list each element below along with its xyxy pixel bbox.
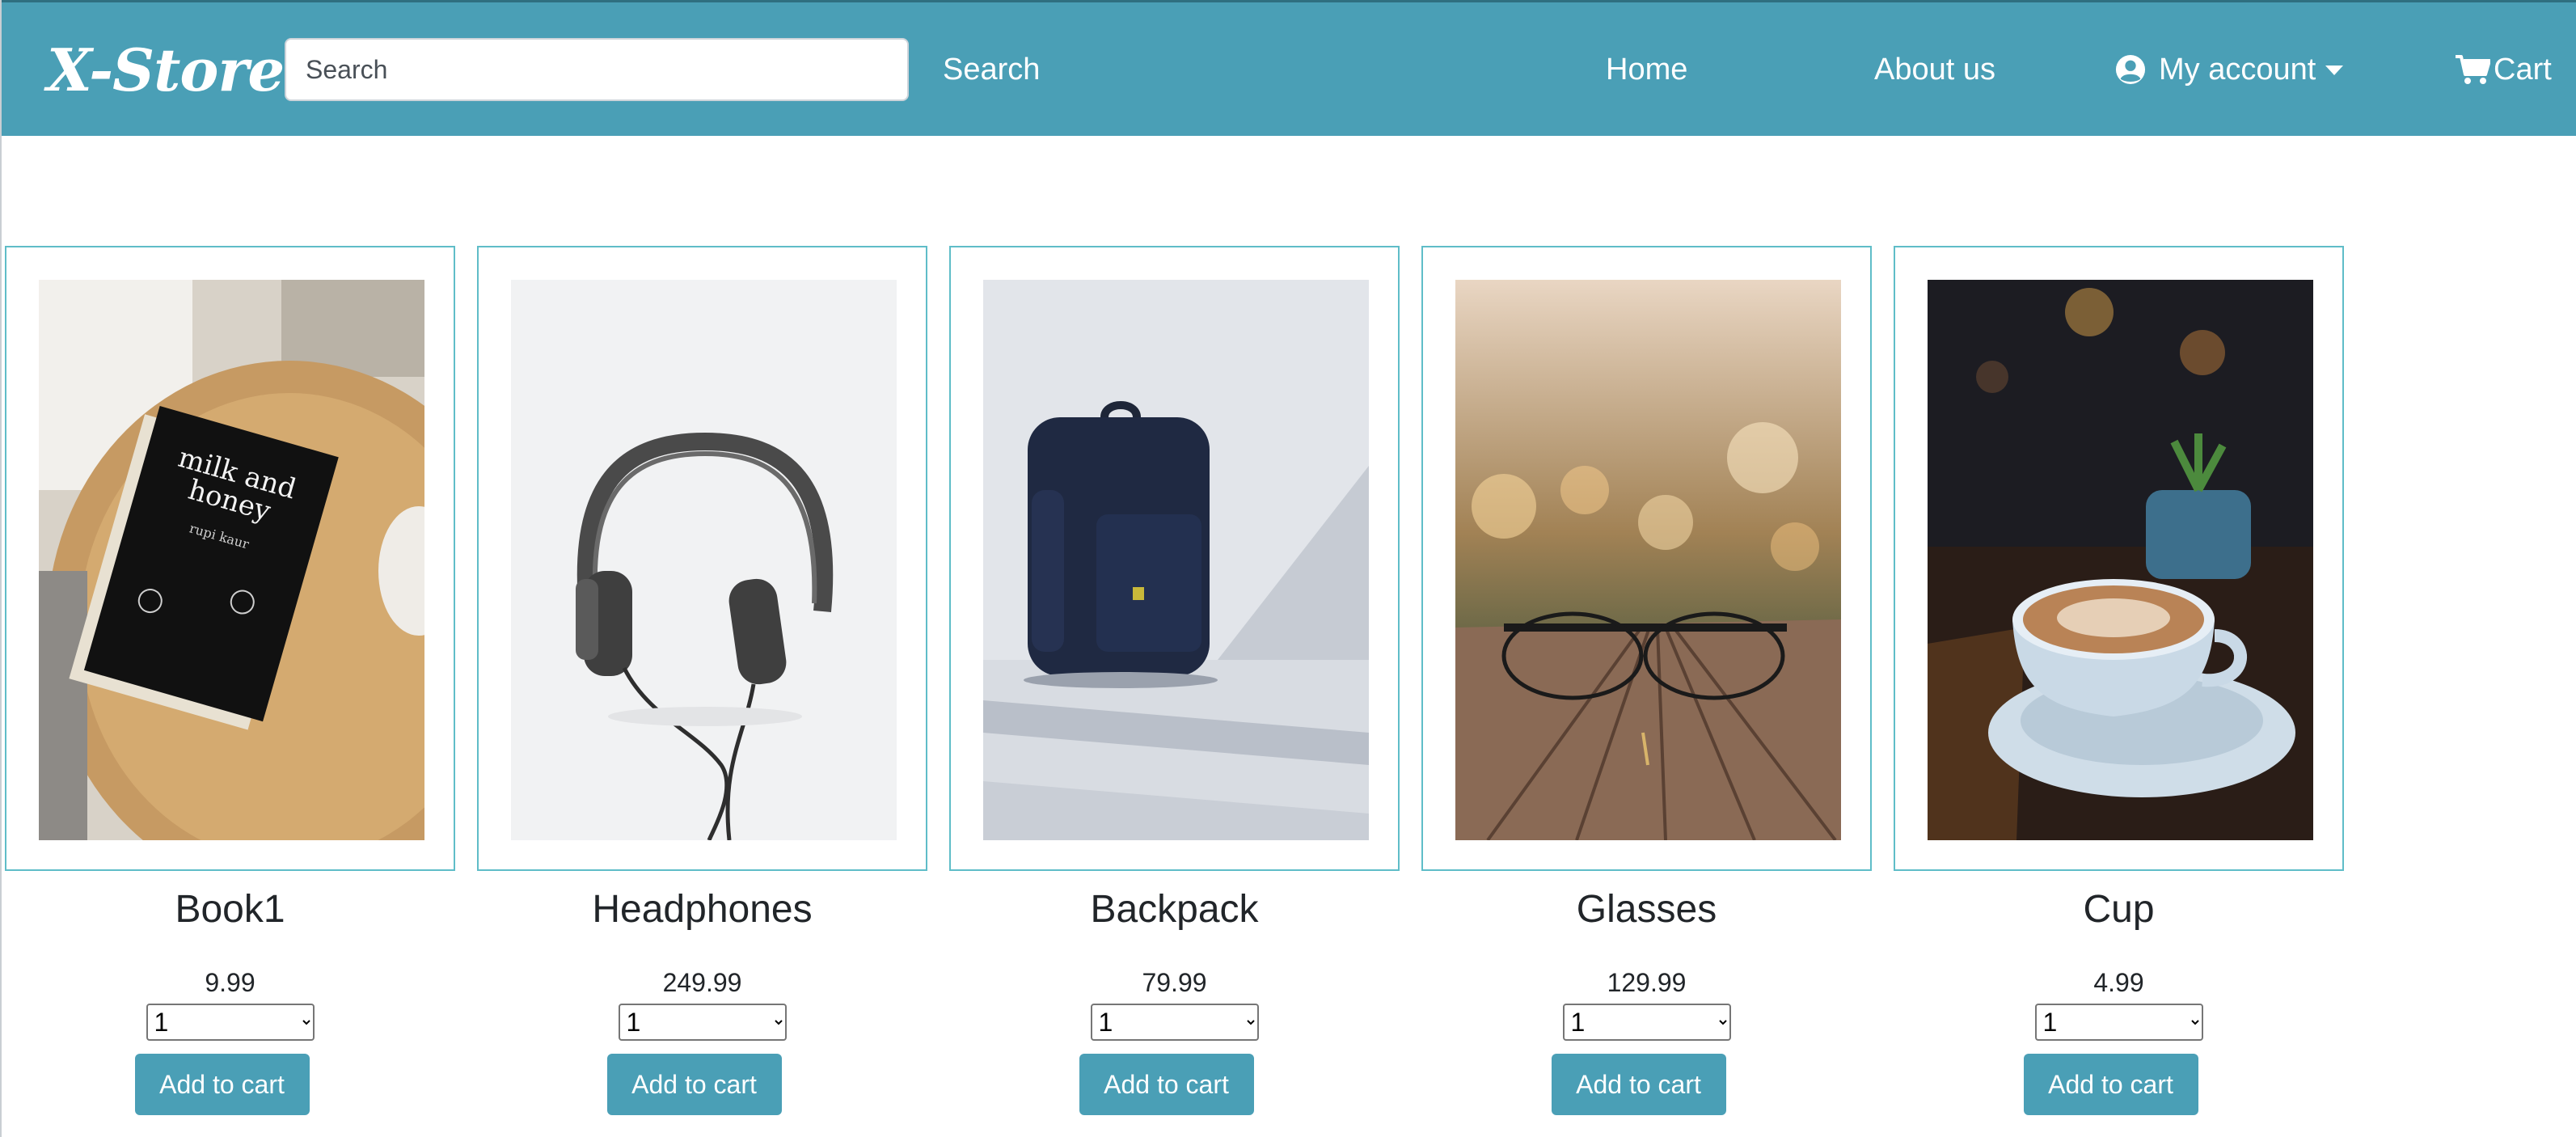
product-image-frame	[949, 246, 1400, 871]
product-card: Glasses 129.99 1 Add to cart	[1421, 246, 1872, 1115]
quantity-select[interactable]: 1	[2034, 1004, 2203, 1041]
product-price: 129.99	[1607, 968, 1687, 997]
add-to-cart-button[interactable]: Add to cart	[1551, 1054, 1726, 1115]
headphones-photo	[511, 280, 897, 840]
user-circle-icon	[2115, 54, 2146, 85]
product-name: Cup	[2083, 888, 2155, 931]
product-image-frame	[1421, 246, 1872, 871]
product-image[interactable]	[511, 280, 897, 840]
product-card: Backpack 79.99 1 Add to cart	[949, 246, 1400, 1115]
product-card: milk and honey rupi kaur Book1 9.99 1 Ad…	[5, 246, 455, 1115]
product-price: 79.99	[1142, 968, 1207, 997]
product-price: 9.99	[205, 968, 255, 997]
nav-home-link[interactable]: Home	[1606, 38, 1687, 101]
add-to-cart-button[interactable]: Add to cart	[134, 1054, 310, 1115]
product-name: Book1	[175, 888, 285, 931]
nav-account-label: My account	[2159, 53, 2316, 87]
product-image[interactable]: milk and honey rupi kaur	[39, 280, 424, 840]
product-name: Headphones	[592, 888, 813, 931]
search-button[interactable]: Search	[943, 38, 1040, 101]
quantity-select[interactable]: 1	[1090, 1004, 1259, 1041]
product-image[interactable]	[983, 280, 1369, 840]
nav-account-dropdown[interactable]: My account	[2115, 38, 2344, 101]
nav-about-link[interactable]: About us	[1874, 38, 1995, 101]
page: X-Store Search Home About us My account …	[0, 0, 2576, 1137]
caret-down-icon	[2325, 66, 2344, 75]
product-card: Headphones 249.99 1 Add to cart	[477, 246, 927, 1115]
quantity-select[interactable]: 1	[618, 1004, 787, 1041]
product-card: Cup 4.99 1 Add to cart	[1894, 246, 2344, 1115]
search-input[interactable]	[285, 38, 909, 101]
backpack-photo	[983, 280, 1369, 840]
product-price: 4.99	[2093, 968, 2144, 997]
product-image[interactable]	[1928, 280, 2313, 840]
quantity-select[interactable]: 1	[146, 1004, 315, 1041]
shopping-cart-icon	[2456, 55, 2490, 84]
quantity-select[interactable]: 1	[1562, 1004, 1731, 1041]
product-name: Glasses	[1576, 888, 1717, 931]
coffee-cup-photo	[1928, 280, 2313, 840]
product-price: 249.99	[662, 968, 742, 997]
navbar: X-Store Search Home About us My account …	[2, 0, 2576, 136]
glasses-photo	[1455, 280, 1841, 840]
product-image-frame: milk and honey rupi kaur	[5, 246, 455, 871]
product-name: Backpack	[1090, 888, 1259, 931]
add-to-cart-button[interactable]: Add to cart	[2023, 1054, 2198, 1115]
add-to-cart-button[interactable]: Add to cart	[1079, 1054, 1254, 1115]
nav-cart-label: Cart	[2494, 53, 2552, 87]
book-milk-and-honey-photo: milk and honey rupi kaur	[39, 280, 424, 840]
nav-cart-link[interactable]: Cart	[2455, 38, 2552, 101]
product-image-frame	[1894, 246, 2344, 871]
product-image-frame	[477, 246, 927, 871]
add-to-cart-button[interactable]: Add to cart	[606, 1054, 782, 1115]
product-image[interactable]	[1455, 280, 1841, 840]
brand-logo[interactable]: X-Store	[47, 30, 285, 111]
